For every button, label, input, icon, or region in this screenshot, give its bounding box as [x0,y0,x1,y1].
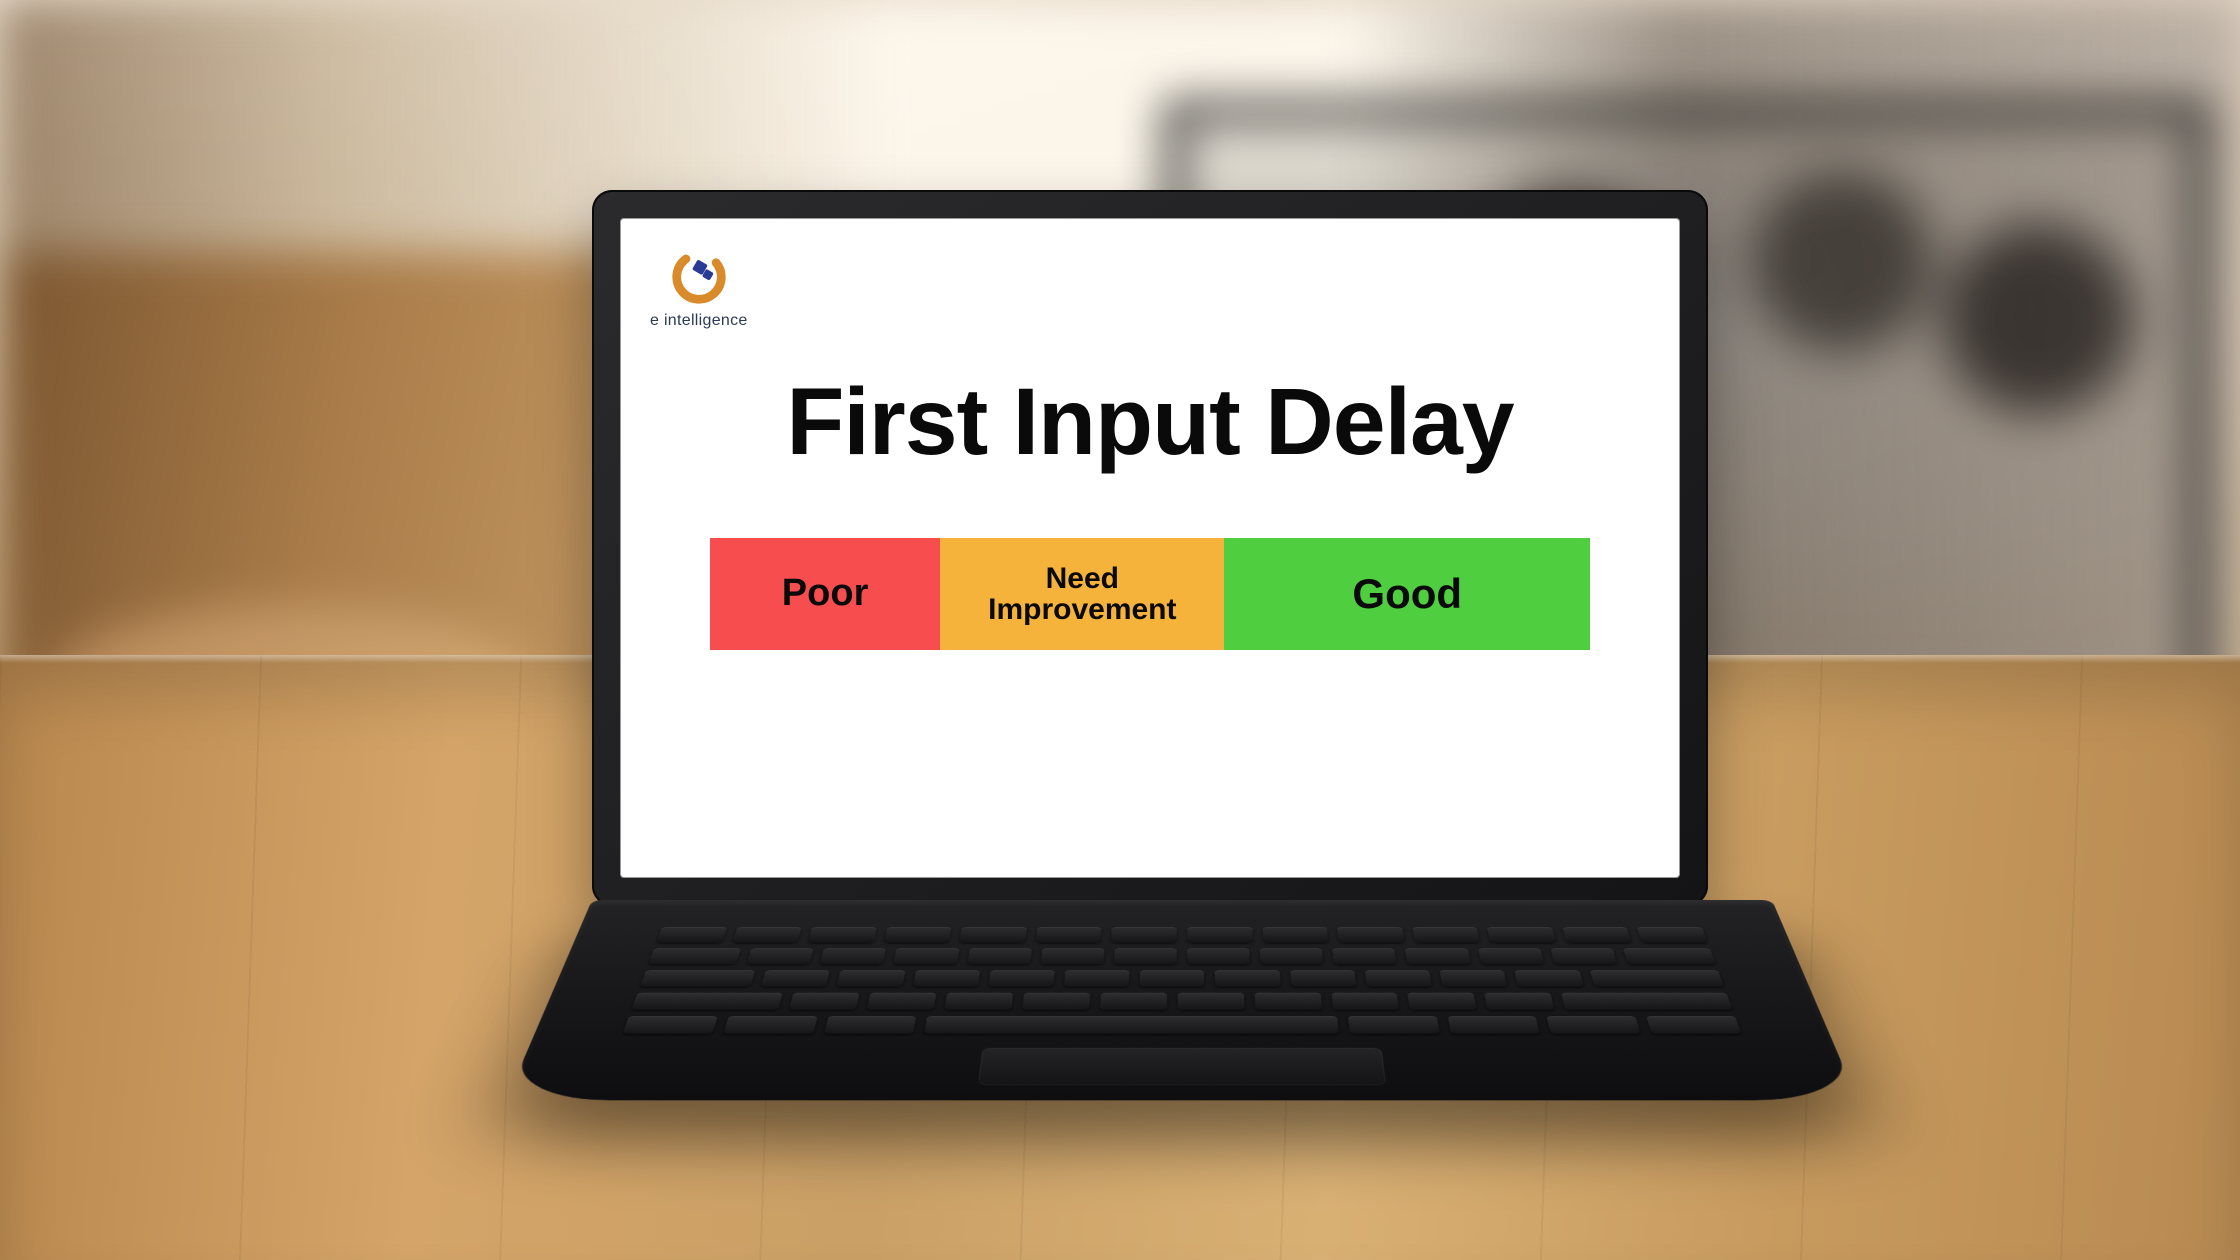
scale-segment-poor: Poor [710,538,940,650]
rating-scale: Poor Need Improvement Good [710,538,1590,650]
laptop-keyboard [622,927,1741,1034]
brand-name: e intelligence [650,312,748,330]
brand-logo: e intelligence [650,246,748,330]
scale-segment-good: Good [1224,538,1590,650]
brand-logo-icon [668,246,730,308]
laptop-lid: e intelligence First Input Delay Poor Ne… [592,190,1708,906]
slide-title: First Input Delay [620,368,1680,477]
scale-label-good: Good [1352,572,1462,616]
scene-background: e intelligence First Input Delay Poor Ne… [0,0,2240,1260]
scale-label-poor: Poor [782,574,869,614]
laptop-trackpad [978,1048,1386,1085]
laptop: e intelligence First Input Delay Poor Ne… [592,190,1692,1230]
scale-segment-need-improvement: Need Improvement [940,538,1224,650]
laptop-base [506,900,1858,1100]
scale-label-need-improvement: Need Improvement [988,563,1176,626]
laptop-screen: e intelligence First Input Delay Poor Ne… [620,218,1680,878]
